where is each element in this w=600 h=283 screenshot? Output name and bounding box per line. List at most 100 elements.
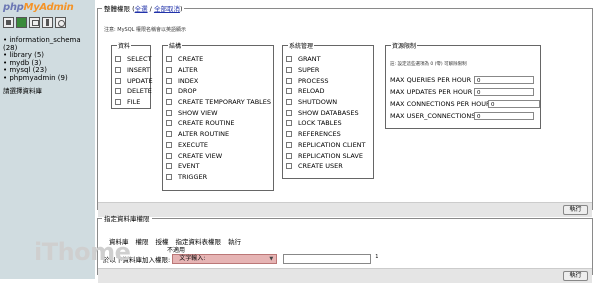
- privilege-create-view[interactable]: CREATE VIEW: [166, 150, 271, 161]
- privilege-process[interactable]: PROCESS: [286, 75, 366, 86]
- privilege-super[interactable]: SUPER: [286, 65, 366, 76]
- privilege-replication-slave[interactable]: REPLICATION SLAVE: [286, 150, 366, 161]
- sidebar-toolbar: [3, 17, 66, 29]
- database-item[interactable]: information_schema (28): [3, 36, 95, 52]
- privilege-alter[interactable]: ALTER: [166, 65, 271, 76]
- privilege-alter-routine[interactable]: ALTER ROUTINE: [166, 129, 271, 140]
- max-connections-row: MAX CONNECTIONS PER HOUR 0: [390, 98, 540, 110]
- checkbox[interactable]: [166, 141, 172, 148]
- check-all-link[interactable]: 全選: [135, 5, 148, 13]
- max-connections-input[interactable]: 0: [488, 100, 540, 108]
- privilege-references[interactable]: REFERENCES: [286, 129, 366, 140]
- privilege-select[interactable]: SELECT: [115, 54, 153, 65]
- privilege-execute[interactable]: EXECUTE: [166, 140, 271, 151]
- privilege-delete[interactable]: DELETE: [115, 86, 153, 97]
- checkbox[interactable]: [166, 152, 172, 159]
- add-db-privileges-row: 於以下資料庫加入權限: 文字輸入: 1: [103, 254, 378, 264]
- checkbox[interactable]: [166, 88, 172, 95]
- privileges-note: 注意: MySQL 權限名稱會以英語顯示: [104, 27, 187, 33]
- privilege-shutdown[interactable]: SHUTDOWN: [286, 97, 366, 108]
- checkbox[interactable]: [286, 120, 292, 127]
- privilege-update[interactable]: UPDATE: [115, 75, 153, 86]
- max-queries-row: MAX QUERIES PER HOUR 0: [390, 74, 540, 86]
- checkbox[interactable]: [115, 88, 121, 95]
- checkbox[interactable]: [166, 173, 172, 180]
- database-name-input[interactable]: [283, 254, 372, 264]
- checkbox[interactable]: [115, 56, 121, 63]
- max-updates-row: MAX UPDATES PER HOUR 0: [390, 86, 540, 98]
- checkbox[interactable]: [115, 77, 121, 84]
- max-updates-input[interactable]: 0: [474, 88, 534, 96]
- database-list: information_schema (28) library (5) mydb…: [3, 36, 95, 83]
- checkbox[interactable]: [166, 131, 172, 138]
- phpmyadmin-logo[interactable]: phpMyAdmin: [3, 0, 93, 16]
- exit-icon[interactable]: [16, 17, 27, 28]
- column-header: 權限: [135, 238, 149, 246]
- privilege-index[interactable]: INDEX: [166, 75, 271, 86]
- group-title: 結構: [168, 41, 183, 50]
- checkbox[interactable]: [286, 77, 292, 84]
- uncheck-all-link[interactable]: 全部取消: [154, 5, 180, 13]
- footnote-marker: 1: [375, 254, 379, 260]
- privilege-lock-tables[interactable]: LOCK TABLES: [286, 118, 366, 129]
- privilege-create[interactable]: CREATE: [166, 54, 271, 65]
- docs-icon[interactable]: [42, 17, 53, 28]
- max-user-connections-input[interactable]: 0: [474, 112, 534, 120]
- checkbox[interactable]: [166, 120, 172, 127]
- group-title: 資源限制: [391, 41, 418, 50]
- checkbox[interactable]: [166, 163, 172, 170]
- ithome-watermark: iThome: [34, 238, 131, 266]
- db-privileges-button-bar: 執行: [98, 268, 592, 283]
- group-title: 資料: [117, 41, 132, 50]
- db-privileges-legend: 指定資料庫權限: [104, 215, 150, 223]
- privilege-grant[interactable]: GRANT: [286, 54, 366, 65]
- privilege-create-user[interactable]: CREATE USER: [286, 161, 366, 172]
- privilege-show-view[interactable]: SHOW VIEW: [166, 107, 271, 118]
- resource-limits-note: 註: 設定這些選項為 0 (零) 可解除限制: [390, 62, 467, 67]
- checkbox[interactable]: [166, 77, 172, 84]
- query-icon[interactable]: [29, 17, 40, 28]
- checkbox[interactable]: [286, 141, 292, 148]
- db-go-button[interactable]: 執行: [563, 271, 588, 281]
- structure-privileges-group: 結構 CREATE ALTER INDEX DROP CREATE TEMPOR…: [162, 41, 274, 191]
- resource-limits-group: 資源限制 註: 設定這些選項為 0 (零) 可解除限制 MAX QUERIES …: [385, 41, 541, 129]
- data-privileges-group: 資料 SELECT INSERT UPDATE DELETE FILE: [111, 41, 153, 109]
- max-queries-input[interactable]: 0: [474, 76, 534, 84]
- privilege-create-routine[interactable]: CREATE ROUTINE: [166, 118, 271, 129]
- database-item[interactable]: phpmyadmin (9): [3, 74, 95, 83]
- privilege-file[interactable]: FILE: [115, 97, 153, 108]
- global-privileges-fieldset: 整體權限 (全選 / 全部取消) 注意: MySQL 權限名稱會以英語顯示 資料…: [97, 3, 593, 217]
- privilege-reload[interactable]: RELOAD: [286, 86, 366, 97]
- checkbox[interactable]: [115, 99, 121, 106]
- checkbox[interactable]: [286, 88, 292, 95]
- privilege-insert[interactable]: INSERT: [115, 65, 153, 76]
- checkbox[interactable]: [286, 109, 292, 116]
- privilege-show-databases[interactable]: SHOW DATABASES: [286, 107, 366, 118]
- database-select[interactable]: 文字輸入:: [172, 254, 278, 264]
- privilege-drop[interactable]: DROP: [166, 86, 271, 97]
- empty-row-text: 不適用: [167, 247, 186, 254]
- checkbox[interactable]: [286, 131, 292, 138]
- privilege-replication-client[interactable]: REPLICATION CLIENT: [286, 140, 366, 151]
- global-privileges-legend: 整體權限 (全選 / 全部取消): [104, 5, 183, 13]
- home-icon[interactable]: [3, 17, 14, 28]
- column-header: 執行: [228, 238, 241, 246]
- privilege-create-temporary-tables[interactable]: CREATE TEMPORARY TABLES: [166, 97, 271, 108]
- checkbox[interactable]: [286, 163, 292, 170]
- admin-privileges-group: 系統管理 GRANT SUPER PROCESS RELOAD SHUTDOWN…: [282, 41, 374, 179]
- checkbox[interactable]: [115, 67, 121, 74]
- checkbox[interactable]: [166, 109, 172, 116]
- checkbox[interactable]: [286, 56, 292, 63]
- select-database-note: 請選擇資料庫: [3, 87, 42, 95]
- db-privileges-fieldset: 指定資料庫權限 資料庫 權限 授權 指定資料表權限 執行 不適用 於以下資料庫加…: [97, 213, 593, 283]
- checkbox[interactable]: [166, 67, 172, 74]
- checkbox[interactable]: [286, 152, 292, 159]
- refresh-icon[interactable]: [55, 17, 66, 28]
- privilege-trigger[interactable]: TRIGGER: [166, 172, 271, 183]
- checkbox[interactable]: [166, 99, 172, 106]
- checkbox[interactable]: [166, 56, 172, 63]
- checkbox[interactable]: [286, 99, 292, 106]
- main-content: 整體權限 (全選 / 全部取消) 注意: MySQL 權限名稱會以英語顯示 資料…: [95, 0, 600, 283]
- privilege-event[interactable]: EVENT: [166, 161, 271, 172]
- checkbox[interactable]: [286, 67, 292, 74]
